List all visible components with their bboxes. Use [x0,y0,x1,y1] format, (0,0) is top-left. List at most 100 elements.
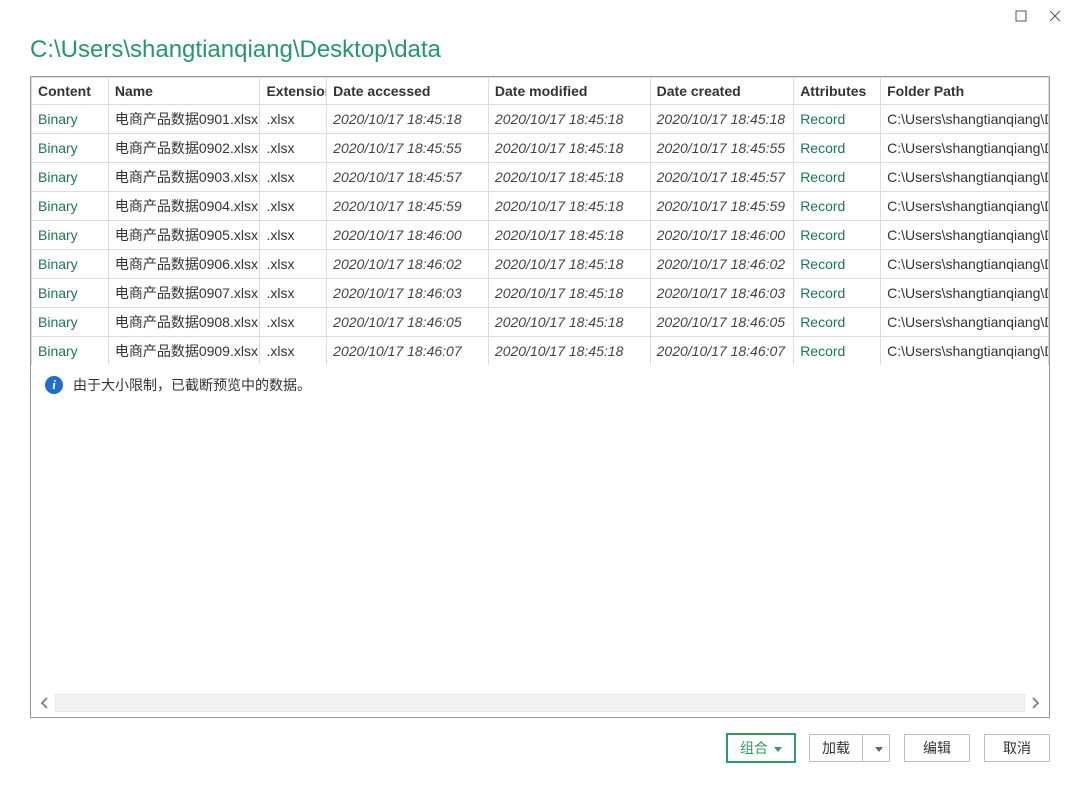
cell-accessed[interactable]: 2020/10/17 18:46:07 [327,337,489,366]
col-header-name[interactable]: Name [108,78,260,105]
cell-accessed[interactable]: 2020/10/17 18:45:57 [327,163,489,192]
col-header-modified[interactable]: Date modified [488,78,650,105]
cell-name[interactable]: 电商产品数据0908.xlsx [108,308,260,337]
cell-folderpath[interactable]: C:\Users\shangtianqiang\D [881,105,1049,134]
cell-attributes[interactable]: Record [794,105,881,134]
window-maximize-button[interactable] [1004,2,1038,30]
cell-accessed[interactable]: 2020/10/17 18:45:55 [327,134,489,163]
cell-extension[interactable]: .xlsx [260,308,327,337]
table-row[interactable]: Binary电商产品数据0907.xlsx.xlsx2020/10/17 18:… [32,279,1049,308]
cell-created[interactable]: 2020/10/17 18:45:55 [650,134,794,163]
cell-content[interactable]: Binary [32,308,109,337]
cell-accessed[interactable]: 2020/10/17 18:46:03 [327,279,489,308]
edit-button[interactable]: 编辑 [904,734,970,762]
cell-accessed[interactable]: 2020/10/17 18:46:02 [327,250,489,279]
table-row[interactable]: Binary电商产品数据0904.xlsx.xlsx2020/10/17 18:… [32,192,1049,221]
cell-accessed[interactable]: 2020/10/17 18:45:18 [327,105,489,134]
col-header-accessed[interactable]: Date accessed [327,78,489,105]
table-row[interactable]: Binary电商产品数据0909.xlsx.xlsx2020/10/17 18:… [32,337,1049,366]
cell-attributes[interactable]: Record [794,221,881,250]
cell-folderpath[interactable]: C:\Users\shangtianqiang\D [881,308,1049,337]
cell-content[interactable]: Binary [32,279,109,308]
cell-accessed[interactable]: 2020/10/17 18:45:59 [327,192,489,221]
cell-modified[interactable]: 2020/10/17 18:45:18 [488,163,650,192]
data-grid[interactable]: Content Name Extension Date accessed Dat… [31,77,1049,365]
combine-button[interactable]: 组合 [727,734,795,762]
cell-name[interactable]: 电商产品数据0903.xlsx [108,163,260,192]
cell-modified[interactable]: 2020/10/17 18:45:18 [488,337,650,366]
load-dropdown-button[interactable] [863,734,890,762]
cell-modified[interactable]: 2020/10/17 18:45:18 [488,279,650,308]
cell-name[interactable]: 电商产品数据0906.xlsx [108,250,260,279]
cell-attributes[interactable]: Record [794,163,881,192]
cell-folderpath[interactable]: C:\Users\shangtianqiang\D [881,163,1049,192]
cell-modified[interactable]: 2020/10/17 18:45:18 [488,192,650,221]
table-row[interactable]: Binary电商产品数据0903.xlsx.xlsx2020/10/17 18:… [32,163,1049,192]
col-header-attributes[interactable]: Attributes [794,78,881,105]
col-header-extension[interactable]: Extension [260,78,327,105]
cell-extension[interactable]: .xlsx [260,337,327,366]
cell-name[interactable]: 电商产品数据0904.xlsx [108,192,260,221]
cell-extension[interactable]: .xlsx [260,250,327,279]
cell-content[interactable]: Binary [32,134,109,163]
col-header-content[interactable]: Content [32,78,109,105]
cell-accessed[interactable]: 2020/10/17 18:46:05 [327,308,489,337]
cell-attributes[interactable]: Record [794,192,881,221]
cell-name[interactable]: 电商产品数据0905.xlsx [108,221,260,250]
cell-extension[interactable]: .xlsx [260,192,327,221]
scroll-right-button[interactable] [1025,693,1045,713]
col-header-created[interactable]: Date created [650,78,794,105]
cell-content[interactable]: Binary [32,192,109,221]
cell-folderpath[interactable]: C:\Users\shangtianqiang\D [881,250,1049,279]
cell-created[interactable]: 2020/10/17 18:46:07 [650,337,794,366]
cell-created[interactable]: 2020/10/17 18:45:59 [650,192,794,221]
cell-modified[interactable]: 2020/10/17 18:45:18 [488,221,650,250]
cell-content[interactable]: Binary [32,105,109,134]
cell-created[interactable]: 2020/10/17 18:46:00 [650,221,794,250]
cell-attributes[interactable]: Record [794,308,881,337]
cell-name[interactable]: 电商产品数据0902.xlsx [108,134,260,163]
cell-modified[interactable]: 2020/10/17 18:45:18 [488,250,650,279]
window-close-button[interactable] [1038,2,1072,30]
cell-created[interactable]: 2020/10/17 18:46:02 [650,250,794,279]
cell-extension[interactable]: .xlsx [260,134,327,163]
table-row[interactable]: Binary电商产品数据0905.xlsx.xlsx2020/10/17 18:… [32,221,1049,250]
cell-attributes[interactable]: Record [794,250,881,279]
cell-extension[interactable]: .xlsx [260,221,327,250]
cell-accessed[interactable]: 2020/10/17 18:46:00 [327,221,489,250]
table-row[interactable]: Binary电商产品数据0902.xlsx.xlsx2020/10/17 18:… [32,134,1049,163]
col-header-folderpath[interactable]: Folder Path [881,78,1049,105]
cell-extension[interactable]: .xlsx [260,105,327,134]
cell-content[interactable]: Binary [32,221,109,250]
cell-folderpath[interactable]: C:\Users\shangtianqiang\D [881,337,1049,366]
scroll-left-button[interactable] [35,693,55,713]
cancel-button[interactable]: 取消 [984,734,1050,762]
table-row[interactable]: Binary电商产品数据0906.xlsx.xlsx2020/10/17 18:… [32,250,1049,279]
cell-name[interactable]: 电商产品数据0909.xlsx [108,337,260,366]
cell-content[interactable]: Binary [32,163,109,192]
cell-content[interactable]: Binary [32,250,109,279]
cell-attributes[interactable]: Record [794,279,881,308]
cell-folderpath[interactable]: C:\Users\shangtianqiang\D [881,192,1049,221]
cell-folderpath[interactable]: C:\Users\shangtianqiang\D [881,279,1049,308]
table-row[interactable]: Binary电商产品数据0908.xlsx.xlsx2020/10/17 18:… [32,308,1049,337]
load-button[interactable]: 加载 [809,734,863,762]
cell-attributes[interactable]: Record [794,337,881,366]
cell-extension[interactable]: .xlsx [260,279,327,308]
cell-name[interactable]: 电商产品数据0901.xlsx [108,105,260,134]
cell-folderpath[interactable]: C:\Users\shangtianqiang\D [881,221,1049,250]
cell-modified[interactable]: 2020/10/17 18:45:18 [488,134,650,163]
horizontal-scrollbar[interactable] [35,693,1045,713]
cell-name[interactable]: 电商产品数据0907.xlsx [108,279,260,308]
cell-folderpath[interactable]: C:\Users\shangtianqiang\D [881,134,1049,163]
cell-created[interactable]: 2020/10/17 18:45:18 [650,105,794,134]
cell-extension[interactable]: .xlsx [260,163,327,192]
cell-attributes[interactable]: Record [794,134,881,163]
cell-content[interactable]: Binary [32,337,109,366]
cell-created[interactable]: 2020/10/17 18:46:05 [650,308,794,337]
cell-created[interactable]: 2020/10/17 18:45:57 [650,163,794,192]
table-row[interactable]: Binary电商产品数据0901.xlsx.xlsx2020/10/17 18:… [32,105,1049,134]
scroll-track[interactable] [55,694,1025,712]
cell-modified[interactable]: 2020/10/17 18:45:18 [488,308,650,337]
cell-modified[interactable]: 2020/10/17 18:45:18 [488,105,650,134]
